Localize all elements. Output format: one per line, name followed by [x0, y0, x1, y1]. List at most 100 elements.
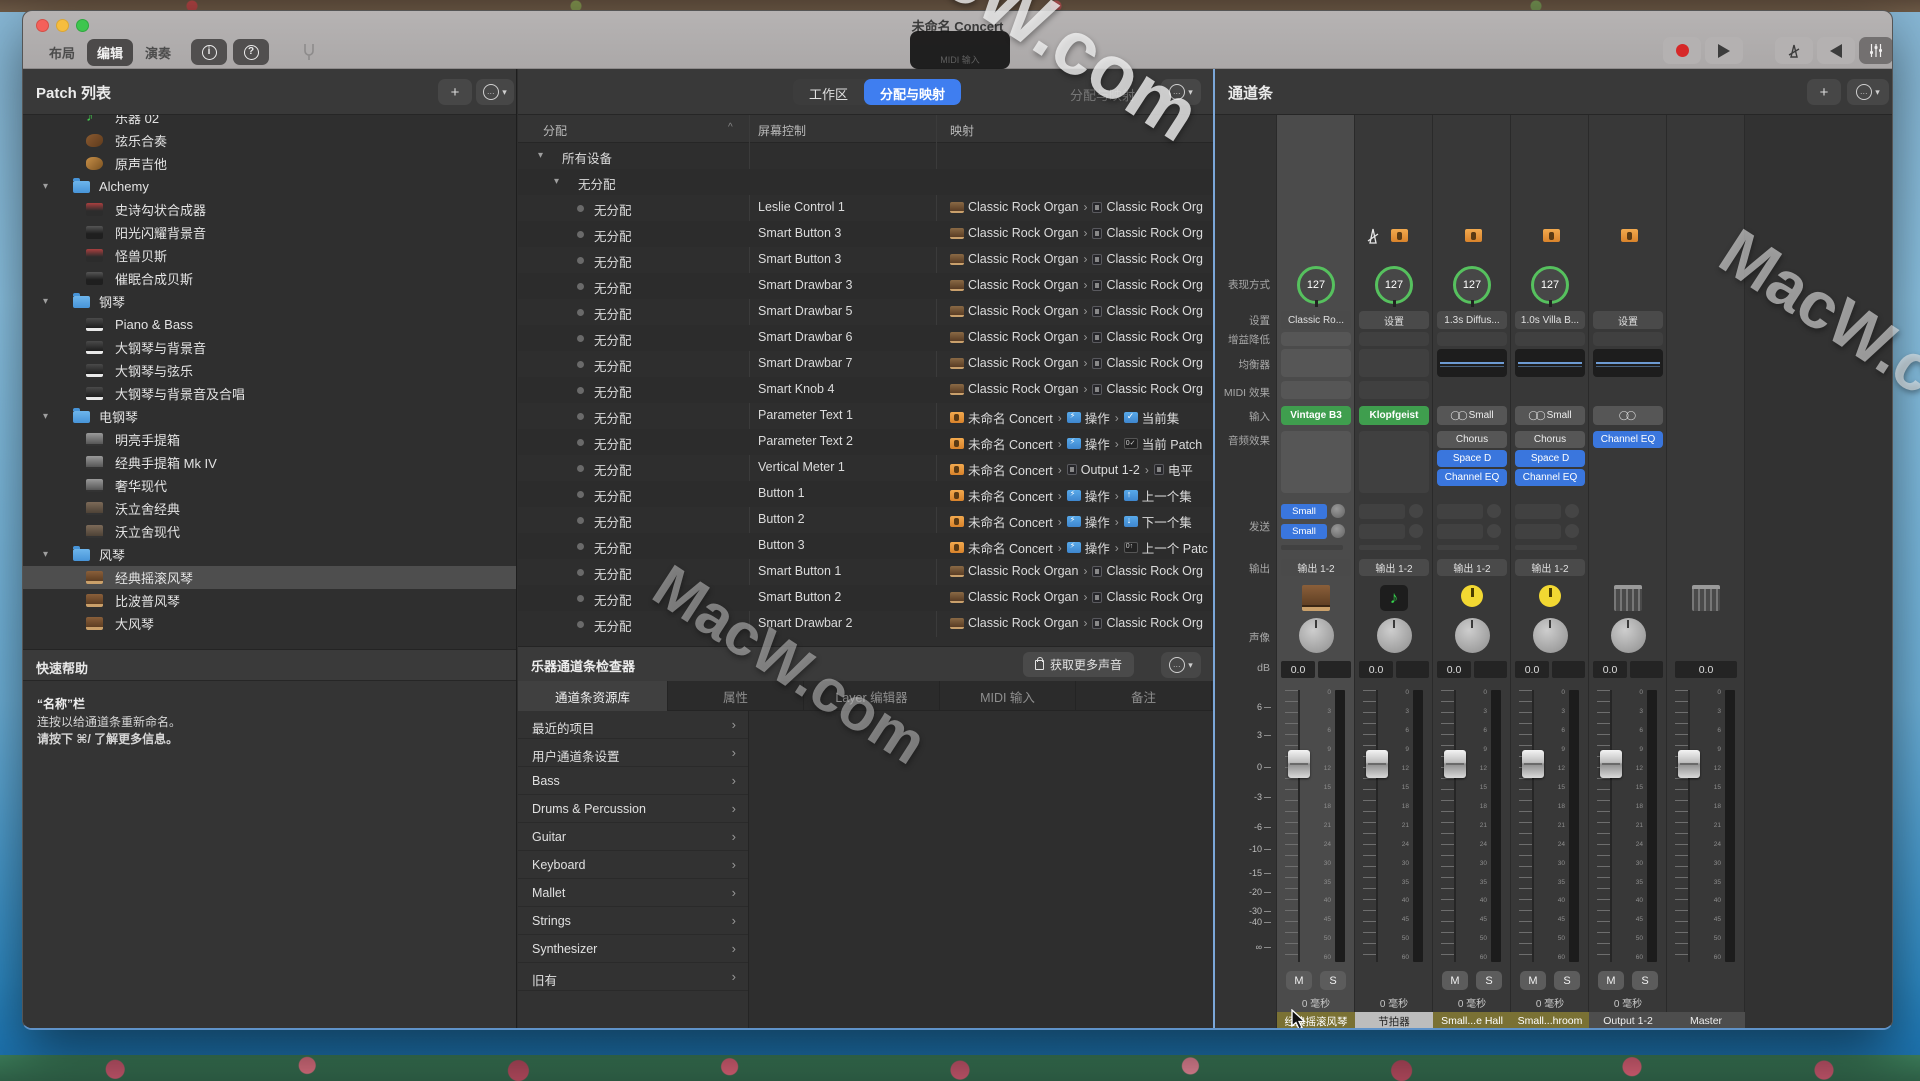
eq-display[interactable] [1281, 349, 1351, 377]
channel-strips-toggle-button[interactable] [1859, 37, 1893, 64]
setting-button[interactable]: 设置 [1593, 311, 1663, 329]
inspector-tab-3[interactable]: MIDI 输入 [940, 681, 1076, 711]
view-tab-1[interactable]: 分配与映射 [864, 79, 961, 105]
column-header-screen-control[interactable]: 屏幕控制 [758, 122, 806, 139]
patch-list-item[interactable]: 明亮手提箱 [23, 428, 516, 451]
solo-button[interactable]: S [1476, 971, 1502, 990]
library-item[interactable]: 旧有› [518, 963, 748, 991]
fader-cap[interactable] [1288, 750, 1310, 778]
assignment-group-row[interactable]: ▾所有设备 [518, 143, 1213, 169]
inspector-toggle-button[interactable]: i [191, 39, 227, 65]
strip-name[interactable]: Small...hroom [1511, 1012, 1589, 1030]
assignment-row[interactable]: 无分配Vertical Meter 1未命名 Concert›Output 1-… [518, 455, 1213, 481]
volume-value[interactable]: 0.0 [1437, 661, 1471, 678]
chevron-down-icon[interactable]: ▾ [43, 296, 48, 307]
input-button[interactable]: ◯◯Small [1437, 406, 1507, 425]
solo-button[interactable]: S [1632, 971, 1658, 990]
patch-list-item[interactable]: 原声吉他 [23, 152, 516, 175]
patch-list-item[interactable]: ▾电钢琴 [23, 405, 516, 428]
volume-value[interactable]: 0.0 [1281, 661, 1315, 678]
input-button[interactable]: ◯◯ [1593, 406, 1663, 425]
inspector-tab-2[interactable]: Layer 编辑器 [804, 681, 940, 711]
mode-button-0[interactable]: 布局 [39, 39, 85, 66]
assignment-row[interactable]: 无分配Smart Drawbar 6Classic Rock Organ›Cla… [518, 325, 1213, 351]
solo-button[interactable]: S [1320, 971, 1346, 990]
volume-fader[interactable]: 03691215182124303540455060 [1589, 686, 1667, 966]
mode-button-2[interactable]: 演奏 [135, 39, 181, 66]
assignment-row[interactable]: 无分配Parameter Text 1未命名 Concert›操作›当前集 [518, 403, 1213, 429]
chevron-down-icon[interactable]: ▾ [538, 150, 543, 161]
patch-list-item[interactable]: ▾钢琴 [23, 290, 516, 313]
fader-cap[interactable] [1522, 750, 1544, 778]
patch-list-item[interactable]: ▾Alchemy [23, 175, 516, 198]
mode-button-1[interactable]: 编辑 [87, 39, 133, 66]
add-patch-button[interactable]: + [438, 79, 472, 105]
patch-list-item[interactable]: 经典手提箱 Mk IV [23, 451, 516, 474]
patch-list-item[interactable]: 史诗勾状合成器 [23, 198, 516, 221]
input-button[interactable]: ◯◯Small [1515, 406, 1585, 425]
expression-knob[interactable]: 127 [1375, 266, 1413, 304]
output-button[interactable]: 输出 1-2 [1281, 559, 1351, 576]
library-item[interactable]: Strings› [518, 907, 748, 935]
volume-value[interactable]: 0.0 [1675, 661, 1737, 678]
audio-effect-button[interactable]: Channel EQ [1437, 469, 1507, 486]
volume-value[interactable]: 0.0 [1359, 661, 1393, 678]
concert-folder-icon[interactable] [1391, 229, 1408, 242]
patch-list-item[interactable]: 比波普风琴 [23, 589, 516, 612]
output-button[interactable]: 输出 1-2 [1515, 559, 1585, 576]
eq-display[interactable] [1359, 349, 1429, 377]
pan-knob[interactable] [1533, 618, 1568, 653]
tuner-button[interactable] [291, 39, 327, 65]
volume-value[interactable]: 0.0 [1515, 661, 1549, 678]
library-item[interactable]: Guitar› [518, 823, 748, 851]
audio-effect-button[interactable]: Chorus [1515, 431, 1585, 448]
library-item[interactable]: Bass› [518, 767, 748, 795]
metronome-button[interactable] [1775, 37, 1813, 64]
mute-button[interactable]: M [1520, 971, 1546, 990]
patch-list-item[interactable]: 怪兽贝斯 [23, 244, 516, 267]
strip-name[interactable]: 经典摇滚风琴 [1277, 1012, 1355, 1030]
assignment-row[interactable]: 无分配Button 2未命名 Concert›操作›下一个集 [518, 507, 1213, 533]
audio-effect-button[interactable]: Channel EQ [1515, 469, 1585, 486]
mute-button[interactable]: M [1286, 971, 1312, 990]
concert-folder-icon[interactable] [1543, 229, 1560, 242]
setting-button[interactable]: Classic Ro... [1281, 311, 1351, 329]
expression-knob[interactable]: 127 [1453, 266, 1491, 304]
column-header-assignment[interactable]: 分配 [543, 122, 567, 139]
pan-knob[interactable] [1299, 618, 1334, 653]
patch-list-item[interactable]: 阳光闪耀背景音 [23, 221, 516, 244]
volume-fader[interactable]: 03691215182124303540455060 [1511, 686, 1589, 966]
chevron-down-icon[interactable]: ▾ [43, 411, 48, 422]
expression-knob[interactable]: 127 [1297, 266, 1335, 304]
volume-fader[interactable]: 03691215182124303540455060 [1667, 686, 1745, 966]
strip-name[interactable]: 节拍器 [1355, 1012, 1433, 1030]
assignment-group-row[interactable]: ▾无分配 [518, 169, 1213, 195]
audio-effect-button[interactable]: Space D [1437, 450, 1507, 467]
mute-button[interactable]: M [1598, 971, 1624, 990]
assignment-row[interactable]: 无分配Button 1未命名 Concert›操作›上一个集 [518, 481, 1213, 507]
patch-list-item[interactable]: 弦乐合奏 [23, 129, 516, 152]
library-item[interactable]: Mallet› [518, 879, 748, 907]
setting-button[interactable]: 设置 [1359, 311, 1429, 329]
assignment-row[interactable]: 无分配Smart Button 3Classic Rock Organ›Clas… [518, 221, 1213, 247]
chevron-down-icon[interactable]: ▾ [554, 176, 559, 187]
quick-help-button[interactable]: ? [233, 39, 269, 65]
fader-cap[interactable] [1600, 750, 1622, 778]
patch-list-item[interactable]: 沃立舍现代 [23, 520, 516, 543]
library-item[interactable]: Synthesizer› [518, 935, 748, 963]
play-button[interactable] [1705, 37, 1743, 64]
strip-name[interactable]: Master [1667, 1012, 1745, 1030]
assignment-row[interactable]: 无分配Smart Knob 4Classic Rock Organ›Classi… [518, 377, 1213, 403]
send-knob[interactable] [1331, 504, 1345, 518]
assignment-row[interactable]: 无分配Button 3未命名 Concert›操作›上一个 Patc [518, 533, 1213, 559]
patch-list-item[interactable]: 大钢琴与弦乐 [23, 359, 516, 382]
send-button[interactable]: Small [1281, 524, 1327, 539]
record-button[interactable] [1663, 37, 1701, 64]
assignments-action-menu[interactable]: …▾ [1161, 79, 1201, 105]
view-tab-0[interactable]: 工作区 [793, 79, 864, 105]
assignment-row[interactable]: 无分配Smart Button 3Classic Rock Organ›Clas… [518, 247, 1213, 273]
library-item[interactable]: 最近的项目› [518, 711, 748, 739]
fader-cap[interactable] [1444, 750, 1466, 778]
volume-value[interactable]: 0.0 [1593, 661, 1627, 678]
setting-button[interactable]: 1.3s Diffus... [1437, 311, 1507, 329]
